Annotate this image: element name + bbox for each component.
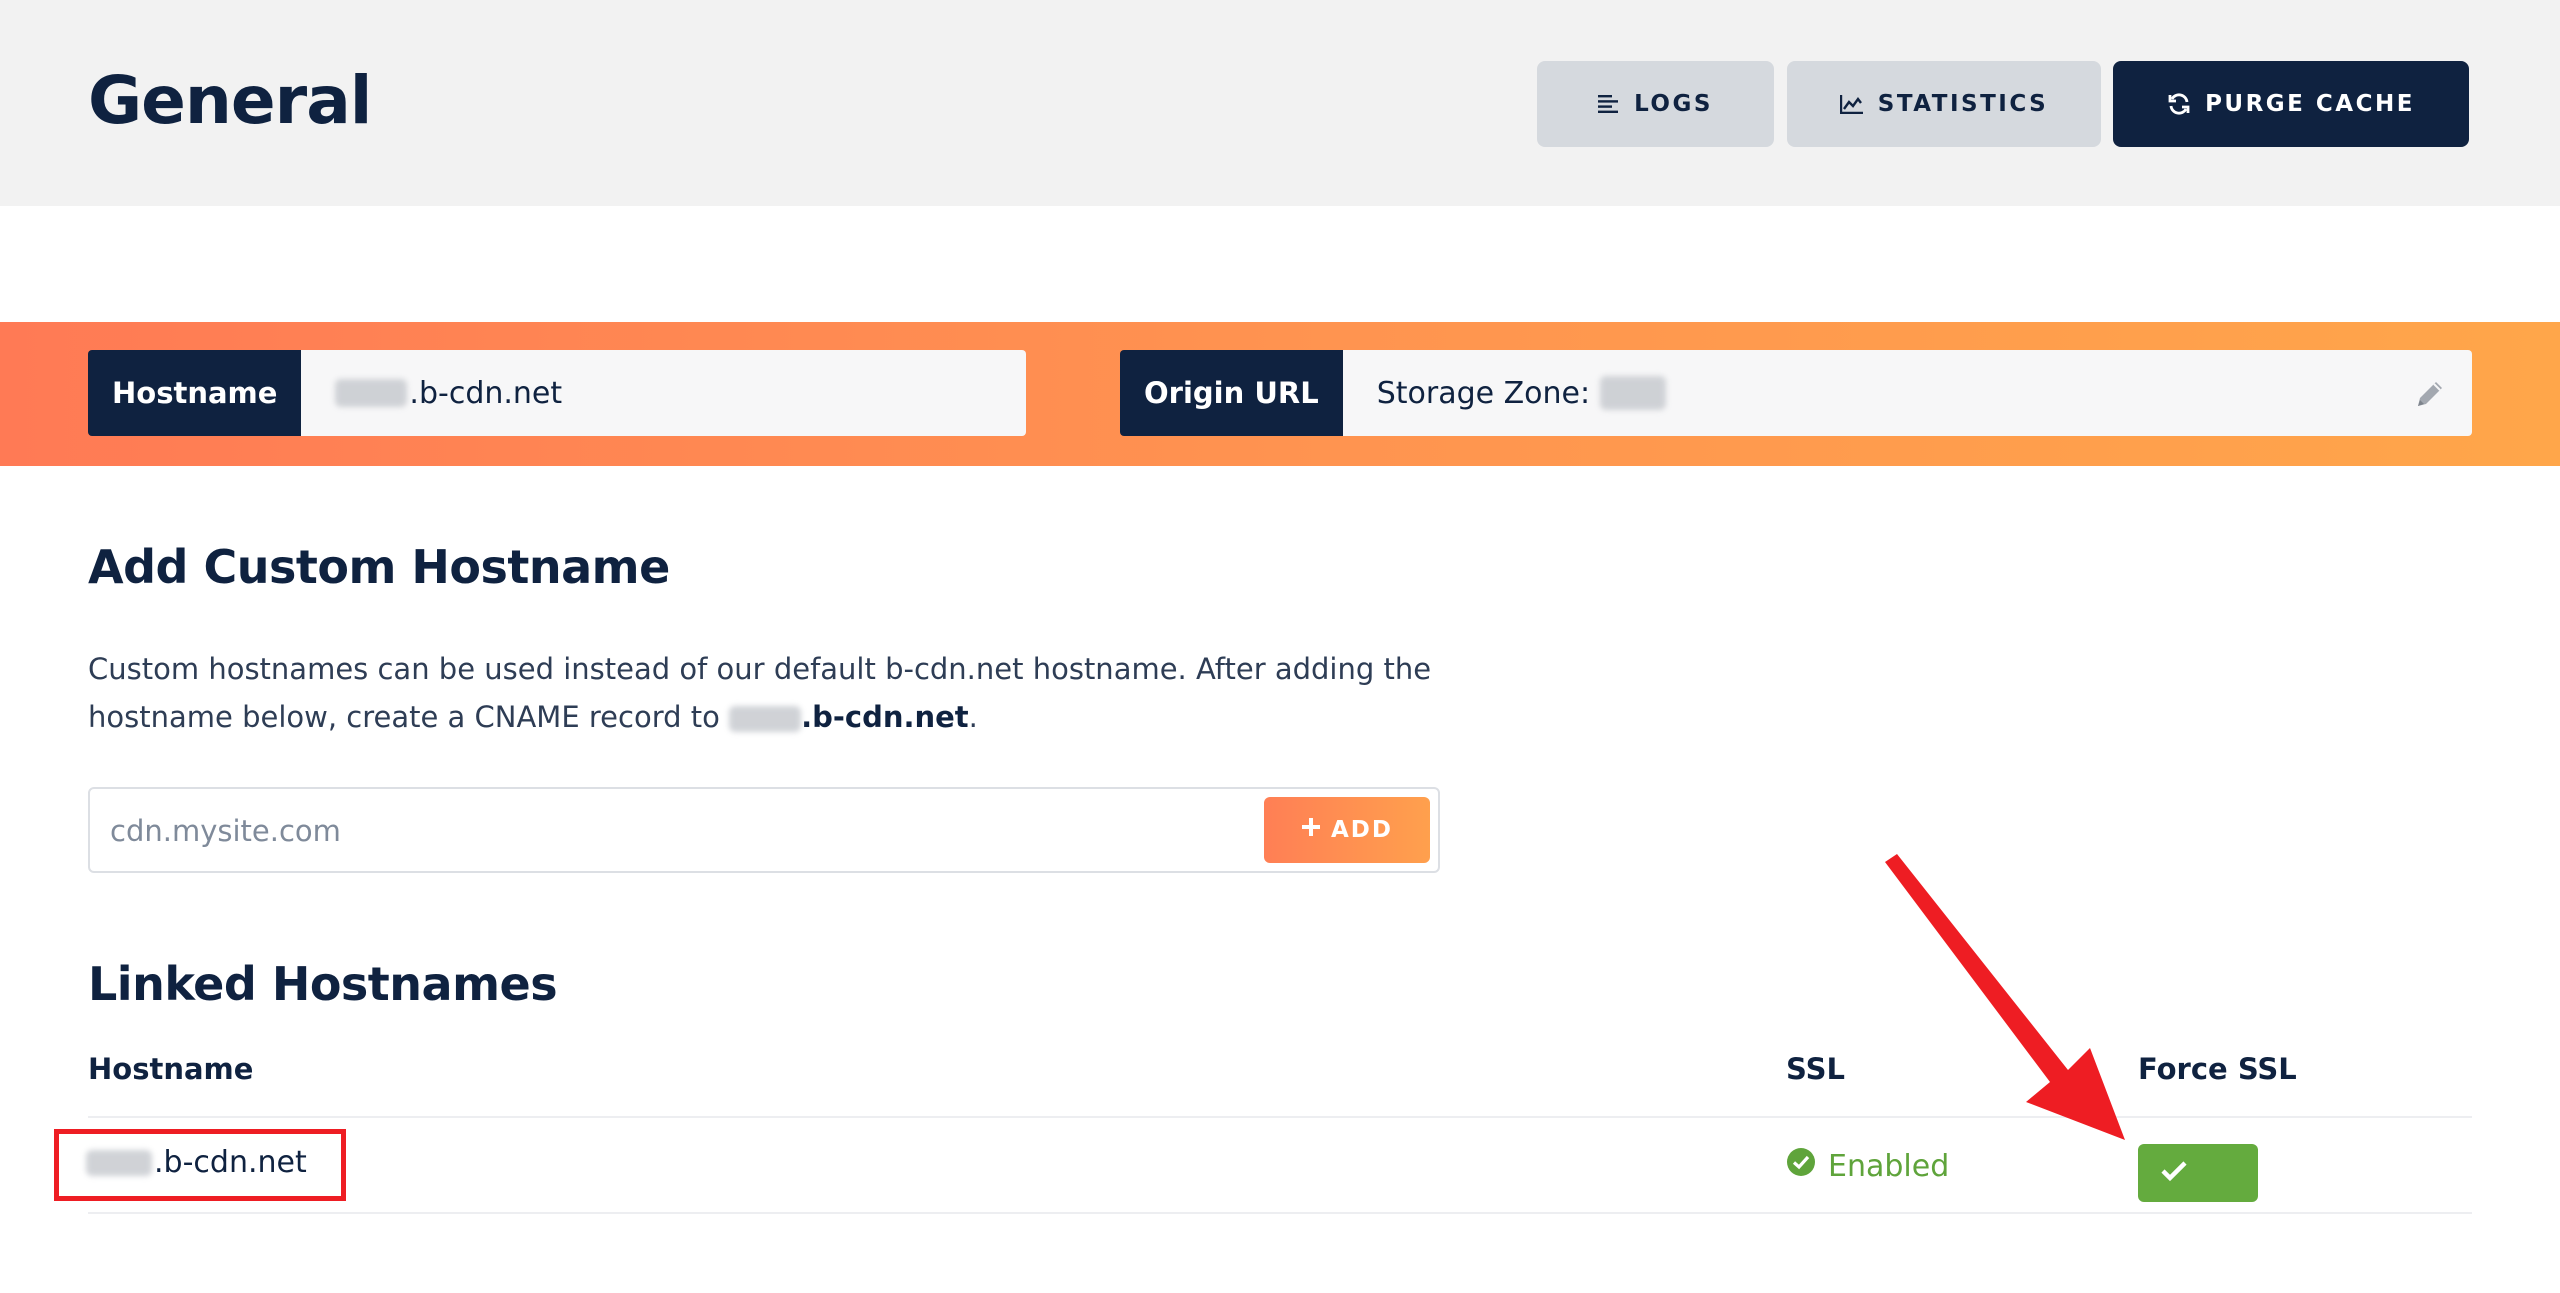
statistics-button[interactable]: STATISTICS xyxy=(1787,61,2101,147)
origin-url-value[interactable]: Storage Zone: xyxy=(1342,350,2472,436)
redacted-cname-target xyxy=(729,706,802,732)
column-header-hostname: Hostname xyxy=(88,1052,254,1086)
column-header-force-ssl: Force SSL xyxy=(2138,1052,2297,1086)
origin-url-prefix: Storage Zone: xyxy=(1376,375,1591,411)
redacted-zone-name xyxy=(335,379,408,407)
origin-url-label: Origin URL xyxy=(1120,350,1343,436)
add-custom-hostname-description: Custom hostnames can be used instead of … xyxy=(88,645,1468,741)
table-row-divider-bottom xyxy=(88,1212,2472,1214)
check-circle-icon xyxy=(1786,1147,1816,1185)
hostname-field: Hostname .b-cdn.net xyxy=(88,350,1026,436)
refresh-icon xyxy=(2167,92,2191,116)
custom-hostname-input[interactable] xyxy=(110,807,1310,855)
add-custom-hostname-title: Add Custom Hostname xyxy=(88,540,670,594)
cname-target-suffix: .b-cdn.net xyxy=(801,700,969,734)
add-hostname-button[interactable]: ADD xyxy=(1264,797,1430,863)
annotation-arrow xyxy=(1885,854,2125,1140)
annotation-highlight-box xyxy=(54,1129,346,1201)
area-chart-icon xyxy=(1839,94,1864,114)
purge-cache-button-label: PURGE CACHE xyxy=(2205,91,2415,117)
logs-button-label: LOGS xyxy=(1634,91,1713,117)
hostname-suffix: .b-cdn.net xyxy=(409,375,563,411)
purge-cache-button[interactable]: PURGE CACHE xyxy=(2113,61,2469,147)
logs-button[interactable]: LOGS xyxy=(1537,61,1774,147)
redacted-storage-zone xyxy=(1600,376,1667,410)
hostname-field-value[interactable]: .b-cdn.net xyxy=(301,350,1026,436)
column-header-ssl: SSL xyxy=(1786,1052,1845,1086)
page-header: General LOGS STATISTICS PURGE CACHE xyxy=(0,0,2560,206)
page-title: General xyxy=(88,62,372,139)
add-hostname-form: ADD xyxy=(88,787,1440,873)
plus-icon xyxy=(1301,817,1321,843)
ssl-status: Enabled xyxy=(1786,1147,1949,1185)
hostname-field-label: Hostname xyxy=(88,350,302,436)
checkmark-icon xyxy=(2160,1160,2188,1186)
add-button-label: ADD xyxy=(1331,817,1393,843)
origin-url-field: Origin URL Storage Zone: xyxy=(1120,350,2472,436)
statistics-button-label: STATISTICS xyxy=(1877,91,2049,117)
list-lines-icon xyxy=(1598,94,1620,114)
force-ssl-toggle[interactable] xyxy=(2138,1144,2258,1202)
linked-hostnames-title: Linked Hostnames xyxy=(88,957,558,1011)
ssl-status-label: Enabled xyxy=(1828,1148,1950,1184)
pencil-icon[interactable] xyxy=(2412,376,2448,420)
description-end: . xyxy=(968,700,978,734)
